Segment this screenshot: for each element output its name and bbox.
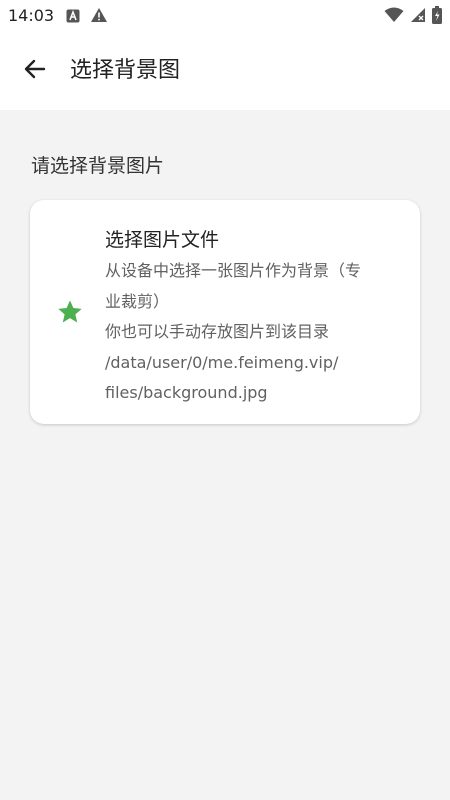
star-icon xyxy=(56,298,84,326)
card-description-line: 业裁剪） xyxy=(105,291,170,311)
page-title: 选择背景图 xyxy=(70,58,181,83)
notification-a-icon xyxy=(66,8,80,27)
card-description-line: 你也可以手动存放图片到该目录 xyxy=(105,322,330,341)
card-description-line: /data/user/0/me.feimeng.vip/ xyxy=(105,352,339,372)
status-left-icons xyxy=(66,7,108,27)
status-bar: 14:03 xyxy=(0,0,450,32)
battery-icon xyxy=(432,6,442,28)
status-right-icons xyxy=(384,6,442,28)
select-image-file-card[interactable]: 选择图片文件 从设备中选择一张图片作为背景（专 业裁剪） 你也可以手动存放图片到… xyxy=(30,200,420,424)
card-title: 选择图片文件 xyxy=(105,229,220,251)
card-description-line: 从设备中选择一张图片作为背景（专 xyxy=(105,261,362,280)
app-bar: 选择背景图 xyxy=(0,32,450,110)
back-button[interactable] xyxy=(20,56,50,86)
card-description-line: files/background.jpg xyxy=(105,383,268,402)
status-time: 14:03 xyxy=(8,6,55,25)
card-description: 从设备中选择一张图片作为背景（专 业裁剪） 你也可以手动存放图片到该目录 /da… xyxy=(105,256,395,409)
section-title: 请选择背景图片 xyxy=(31,155,165,177)
signal-icon xyxy=(410,7,426,27)
back-arrow-icon xyxy=(23,57,47,85)
wifi-icon xyxy=(384,7,404,27)
warning-icon xyxy=(90,7,108,27)
